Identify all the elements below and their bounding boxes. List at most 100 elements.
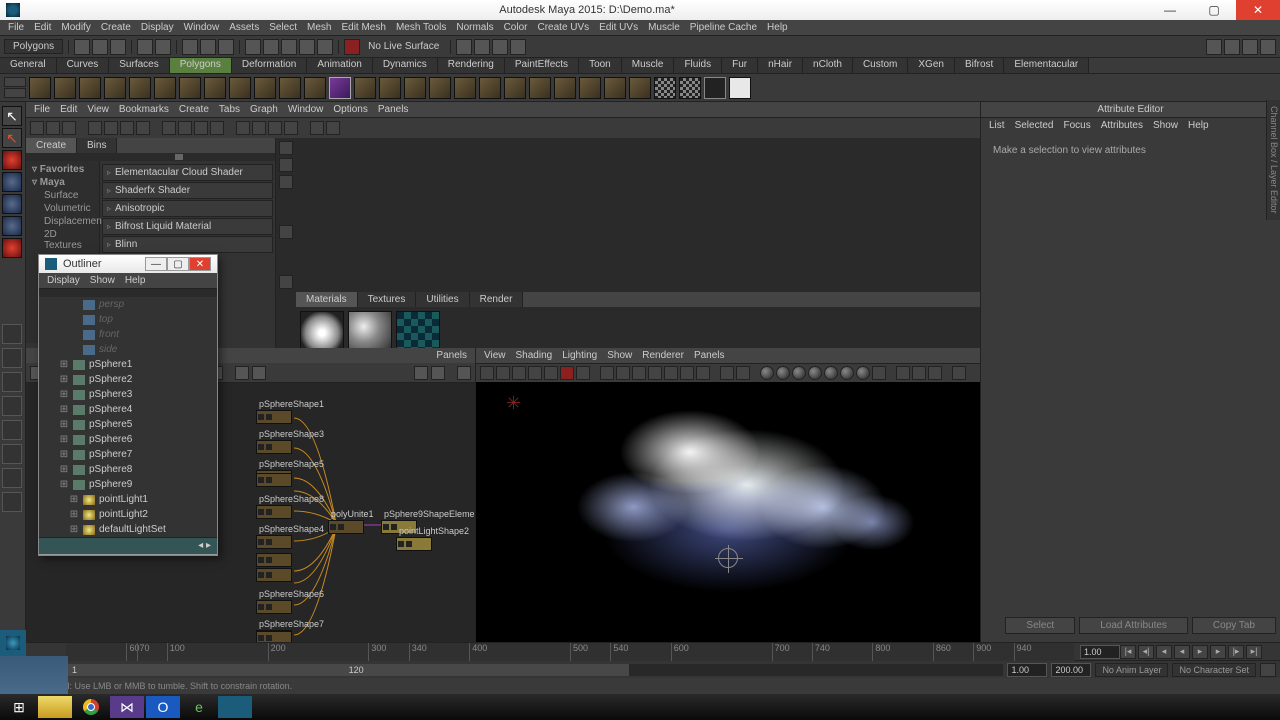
hs-tab[interactable]: Utilities [416, 292, 469, 307]
vp-btn-icon[interactable] [736, 366, 750, 380]
vp-btn-icon[interactable] [560, 366, 574, 380]
menu-item[interactable]: Edit [34, 22, 51, 33]
go-start-icon[interactable]: |◂ [1120, 645, 1136, 659]
vp-btn-icon[interactable] [664, 366, 678, 380]
browser-item[interactable]: Shaderfx Shader [102, 182, 273, 199]
shelf-helix-icon[interactable] [254, 77, 276, 99]
shelf-plane-icon[interactable] [129, 77, 151, 99]
outlook-icon[interactable]: O [146, 696, 180, 718]
manip-tool-icon[interactable] [2, 238, 22, 258]
shelf-bevel-icon[interactable] [504, 77, 526, 99]
shelf-tab[interactable]: Bifrost [955, 58, 1004, 73]
menu-item[interactable]: Edit Mesh [341, 22, 385, 33]
vp-menu-item[interactable]: Panels [694, 350, 725, 361]
output-icon[interactable] [492, 39, 508, 55]
graph-node[interactable]: pSphereShape4 [256, 523, 327, 549]
node-btn-icon[interactable] [252, 366, 266, 380]
vp-shade-icon[interactable] [792, 366, 806, 380]
vp-btn-icon[interactable] [512, 366, 526, 380]
hs-btn-icon[interactable] [210, 121, 224, 135]
hs-btn-icon[interactable] [326, 121, 340, 135]
menu-item[interactable]: File [8, 22, 24, 33]
autokey-icon[interactable] [1260, 663, 1276, 677]
sidebar-toggle-icon[interactable] [1206, 39, 1222, 55]
next-key-icon[interactable]: |▸ [1228, 645, 1244, 659]
hs-side-icon[interactable] [279, 158, 293, 172]
shelf-uv-icon[interactable] [654, 77, 676, 99]
vp-btn-icon[interactable] [680, 366, 694, 380]
outliner-item[interactable]: persp [39, 297, 217, 312]
browser-item[interactable]: Elementacular Cloud Shader [102, 164, 273, 181]
vp-btn-icon[interactable] [696, 366, 710, 380]
render-icon[interactable] [510, 39, 526, 55]
play-rev-icon[interactable]: ◂ [1174, 645, 1190, 659]
outliner-item[interactable]: ⊞pSphere5 [39, 417, 217, 432]
vp-shade-icon[interactable] [776, 366, 790, 380]
start-button[interactable]: ⊞ [2, 696, 36, 718]
attr-menu-item[interactable]: Selected [1015, 120, 1054, 131]
vp-menu-item[interactable]: Show [607, 350, 632, 361]
hs-menu-item[interactable]: Create [179, 104, 209, 115]
snap-plane-icon[interactable] [299, 39, 315, 55]
prev-key-icon[interactable]: ◂| [1138, 645, 1154, 659]
menu-item[interactable]: Select [269, 22, 297, 33]
hs-btn-icon[interactable] [268, 121, 282, 135]
shelf-mirror-icon[interactable] [579, 77, 601, 99]
shelf-cone-icon[interactable] [104, 77, 126, 99]
menu-item[interactable]: Help [767, 22, 788, 33]
menu-item[interactable]: Edit UVs [599, 22, 638, 33]
hs-tab[interactable]: Materials [296, 292, 358, 307]
vp-btn-icon[interactable] [912, 366, 926, 380]
graph-node[interactable]: pointLightShape2 [396, 525, 472, 551]
redo-icon[interactable] [155, 39, 171, 55]
range-start[interactable]: 1.00 [1007, 663, 1047, 677]
vp-menu-item[interactable]: Shading [516, 350, 553, 361]
hs-tab[interactable]: Textures [358, 292, 417, 307]
shelf-tab[interactable]: Elementacular [1004, 58, 1089, 73]
move-tool-icon[interactable] [2, 172, 22, 192]
outliner-item[interactable]: ⊞pSphere8 [39, 462, 217, 477]
shelf-smooth-icon[interactable] [429, 77, 451, 99]
chrome-icon[interactable] [74, 696, 108, 718]
menu-item[interactable]: Muscle [648, 22, 680, 33]
attr-menu-item[interactable]: Attributes [1101, 120, 1143, 131]
shelf-tab[interactable]: Rendering [438, 58, 505, 73]
vp-btn-icon[interactable] [480, 366, 494, 380]
shelf-white-icon[interactable] [729, 77, 751, 99]
shelf-options-icon[interactable] [4, 77, 26, 87]
outliner-window[interactable]: Outliner — ▢ ✕ DisplayShowHelp persptopf… [38, 254, 218, 556]
shelf-tab[interactable]: Surfaces [109, 58, 169, 73]
attr-button[interactable]: Load Attributes [1079, 617, 1188, 634]
node-btn-icon[interactable] [235, 366, 249, 380]
snap-curve-icon[interactable] [263, 39, 279, 55]
hs-side-icon[interactable] [279, 141, 293, 155]
range-slider[interactable]: 1 120 [68, 664, 1003, 676]
open-scene-icon[interactable] [92, 39, 108, 55]
vp-menu-item[interactable]: View [484, 350, 506, 361]
outliner-item[interactable]: ⊞defaultLightSet [39, 522, 217, 537]
graph-node[interactable] [256, 553, 292, 567]
outliner-item[interactable]: ⊞pSphere6 [39, 432, 217, 447]
vp-btn-icon[interactable] [720, 366, 734, 380]
graph-node[interactable] [256, 473, 292, 487]
hs-btn-icon[interactable] [310, 121, 324, 135]
new-scene-icon[interactable] [74, 39, 90, 55]
rotate-tool-icon[interactable] [2, 194, 22, 214]
shelf-combine-icon[interactable] [354, 77, 376, 99]
maya-quick-icon[interactable] [0, 630, 26, 656]
hs-menu-item[interactable]: Edit [60, 104, 77, 115]
browser-item[interactable]: Anisotropic [102, 200, 273, 217]
prev-frame-icon[interactable]: ◂ [1156, 645, 1172, 659]
vp-btn-icon[interactable] [600, 366, 614, 380]
vp-btn-icon[interactable] [648, 366, 662, 380]
outliner-item[interactable]: ⊞pSphere1 [39, 357, 217, 372]
vp-btn-icon[interactable] [496, 366, 510, 380]
layout2-icon[interactable] [2, 468, 22, 488]
attr-menu-item[interactable]: Focus [1063, 120, 1090, 131]
layout3-icon[interactable] [2, 492, 22, 512]
save-scene-icon[interactable] [110, 39, 126, 55]
graph-node[interactable]: pSphereShape1 [256, 398, 327, 424]
vp-shade-icon[interactable] [808, 366, 822, 380]
tab-bins[interactable]: Bins [77, 138, 117, 153]
snap-grid-icon[interactable] [245, 39, 261, 55]
